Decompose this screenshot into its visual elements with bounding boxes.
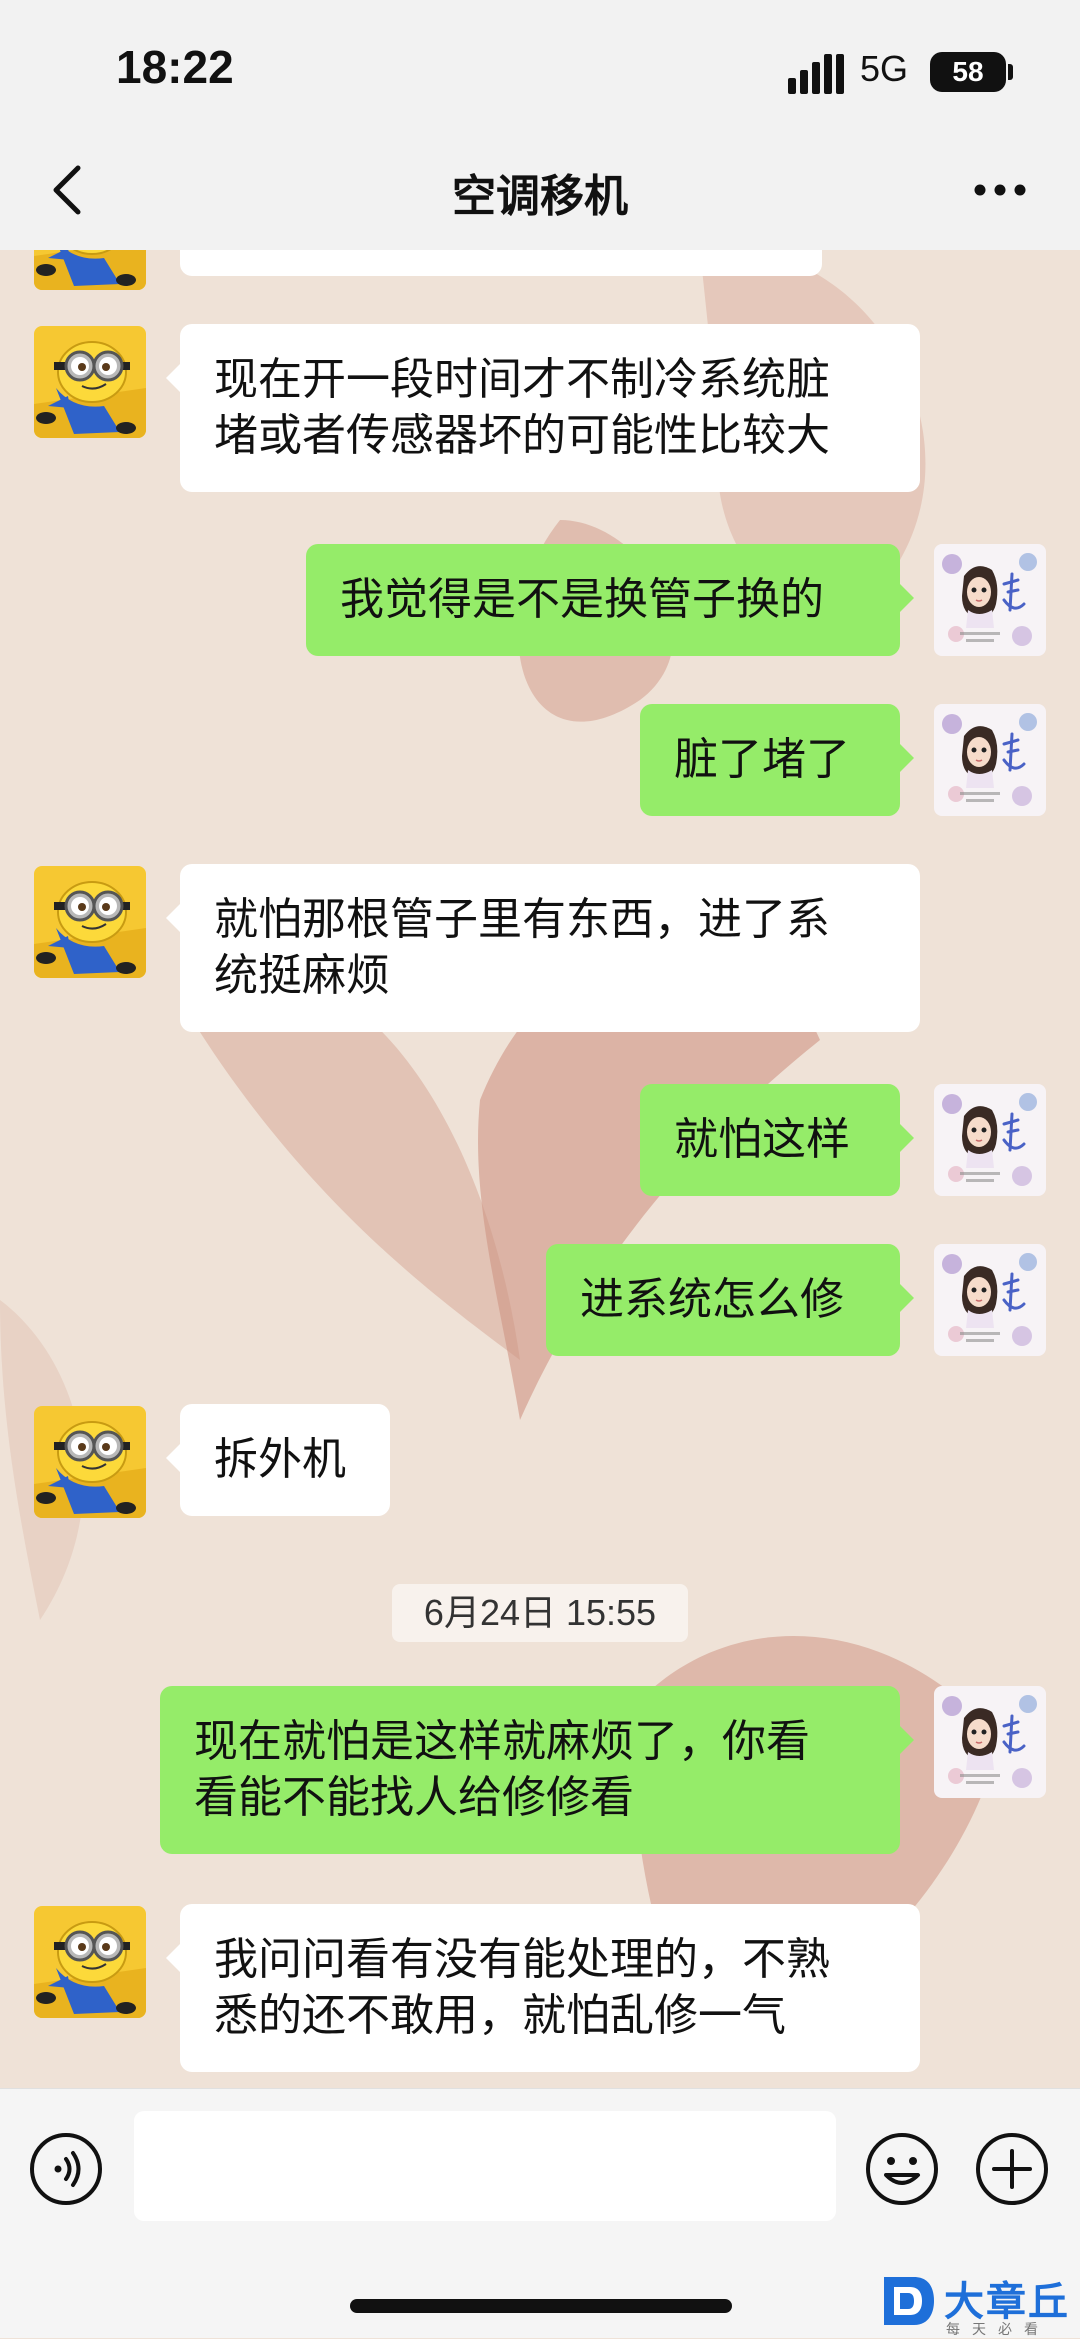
avatar-self[interactable] bbox=[934, 1686, 1046, 1798]
voice-input-button[interactable] bbox=[26, 2129, 106, 2209]
message-line: 看能不能找人给修修看 bbox=[194, 1772, 634, 1823]
signal-strength-icon bbox=[788, 54, 844, 94]
message-bubble-incoming[interactable]: 现在开一段时间才不制冷系统脏 堵或者传感器坏的可能性比较大 bbox=[166, 324, 920, 492]
chat-header: 空调移机 bbox=[0, 130, 1080, 250]
message-bubble-outgoing[interactable]: 脏了堵了 bbox=[640, 704, 914, 816]
message-bubble-incoming[interactable]: 拆外机 bbox=[166, 1404, 390, 1516]
avatar-self[interactable] bbox=[934, 544, 1046, 656]
message-line: 就怕那根管子里有东西，进了系 bbox=[214, 894, 830, 945]
message-timestamp: 6月24日 15:55 bbox=[392, 1584, 688, 1642]
message-bubble-outgoing[interactable]: 现在就怕是这样就麻烦了，你看 看能不能找人给修修看 bbox=[160, 1686, 914, 1854]
battery-indicator: 58 bbox=[930, 52, 1006, 92]
message-line: 进系统怎么修 bbox=[580, 1274, 844, 1325]
avatar-contact-minion[interactable] bbox=[34, 1406, 146, 1518]
message-line: 堵或者传感器坏的可能性比较大 bbox=[214, 410, 830, 461]
message-bubble-outgoing[interactable]: 我觉得是不是换管子换的 bbox=[306, 544, 914, 656]
message-input[interactable] bbox=[134, 2111, 836, 2221]
message-line: 就怕这样 bbox=[674, 1114, 850, 1165]
message-line: 我觉得是不是换管子换的 bbox=[340, 574, 824, 625]
message-bubble-outgoing[interactable]: 进系统怎么修 bbox=[546, 1244, 914, 1356]
status-bar: 18:22 5G 58 bbox=[0, 0, 1080, 130]
avatar-contact-minion[interactable] bbox=[34, 866, 146, 978]
more-options-button[interactable] bbox=[960, 150, 1040, 230]
avatar-contact-minion[interactable] bbox=[34, 326, 146, 438]
message-bubble-partial[interactable] bbox=[180, 250, 822, 276]
message-line: 现在就怕是这样就麻烦了，你看 bbox=[194, 1716, 810, 1767]
message-list[interactable]: 现在开一段时间才不制冷系统脏 堵或者传感器坏的可能性比较大 我觉得是不是换管子换… bbox=[0, 250, 1080, 2088]
avatar-self[interactable] bbox=[934, 1084, 1046, 1196]
message-line: 现在开一段时间才不制冷系统脏 bbox=[214, 354, 830, 405]
message-bubble-outgoing[interactable]: 就怕这样 bbox=[640, 1084, 914, 1196]
message-line: 悉的还不敢用，就怕乱修一气 bbox=[214, 1990, 786, 2041]
emoji-button[interactable] bbox=[862, 2129, 942, 2209]
avatar-contact-minion[interactable] bbox=[34, 1906, 146, 2018]
battery-tip bbox=[1008, 64, 1013, 80]
message-bubble-incoming[interactable]: 就怕那根管子里有东西，进了系 统挺麻烦 bbox=[166, 864, 920, 1032]
watermark: 大章丘 每天必看 bbox=[880, 2269, 1080, 2338]
watermark-subtitle: 每天必看 bbox=[946, 2322, 1050, 2338]
avatar-contact-minion[interactable] bbox=[34, 250, 146, 290]
avatar-self[interactable] bbox=[934, 704, 1046, 816]
chat-input-bar: 大章丘 每天必看 bbox=[0, 2088, 1080, 2338]
home-indicator[interactable] bbox=[350, 2299, 732, 2313]
avatar-self[interactable] bbox=[934, 1244, 1046, 1356]
message-bubble-incoming[interactable]: 我问问看有没有能处理的，不熟 悉的还不敢用，就怕乱修一气 bbox=[166, 1904, 920, 2072]
more-functions-button[interactable] bbox=[972, 2129, 1052, 2209]
chat-title: 空调移机 bbox=[452, 171, 628, 222]
network-type: 5G bbox=[860, 48, 909, 89]
status-time: 18:22 bbox=[116, 41, 234, 93]
message-line: 我问问看有没有能处理的，不熟 bbox=[214, 1934, 830, 1985]
watermark-logo-icon bbox=[884, 2277, 934, 2325]
message-line: 拆外机 bbox=[214, 1434, 346, 1485]
message-line: 统挺麻烦 bbox=[214, 950, 390, 1001]
message-line: 脏了堵了 bbox=[674, 734, 850, 785]
